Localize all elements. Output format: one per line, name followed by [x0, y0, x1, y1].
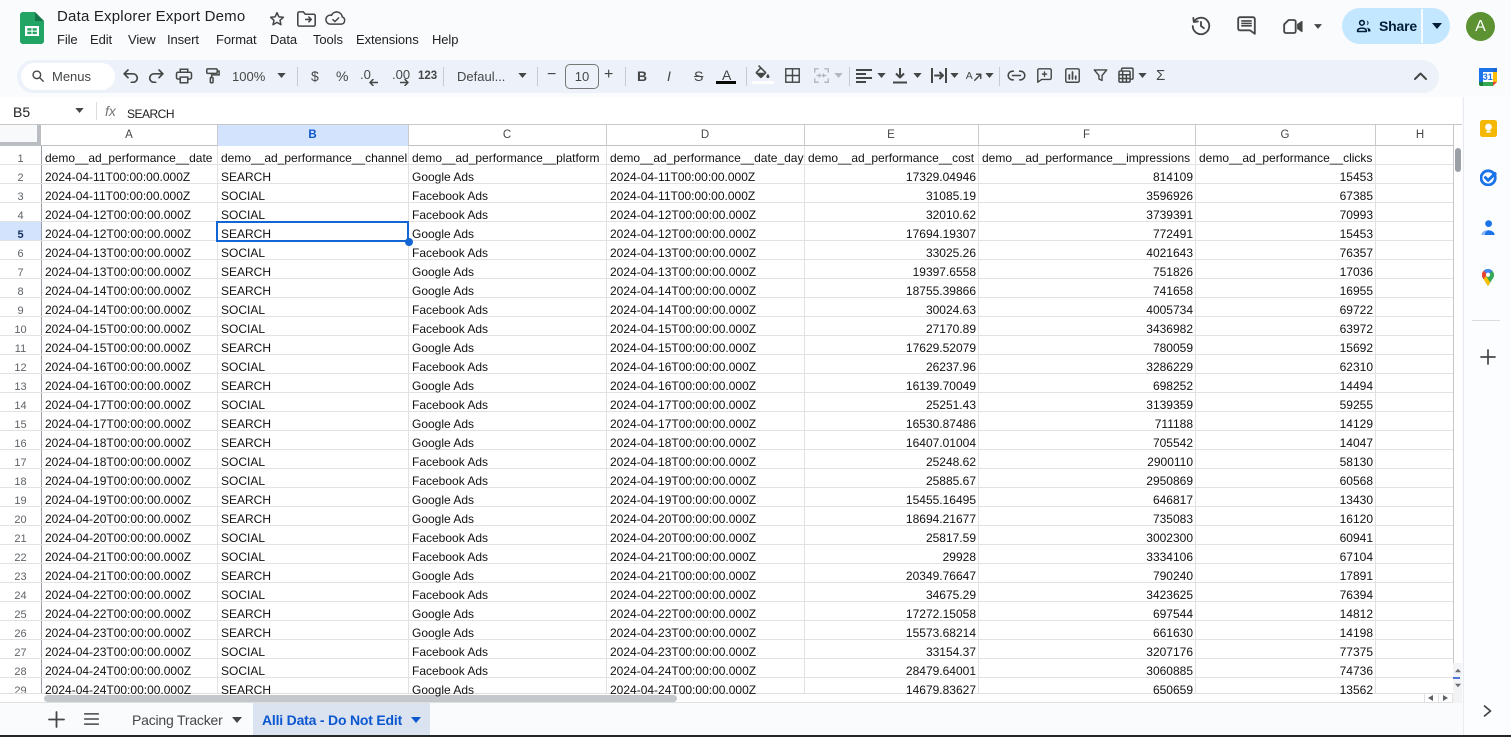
svg-text:31: 31	[1483, 72, 1493, 82]
svg-text:A: A	[966, 70, 973, 82]
